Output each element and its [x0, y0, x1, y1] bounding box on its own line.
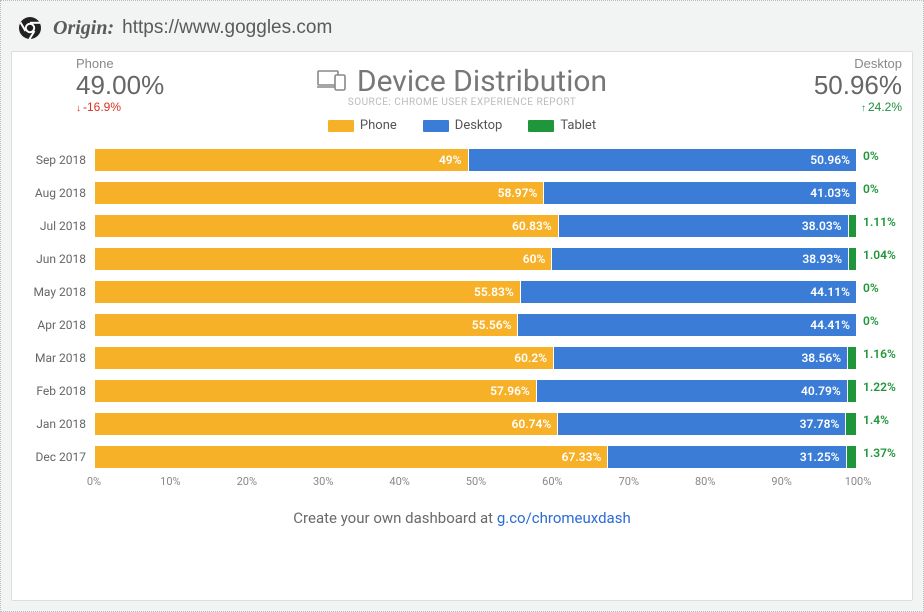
segment-phone: 60%: [95, 248, 552, 270]
swatch-tablet: [528, 120, 554, 132]
segment-phone: 60.2%: [95, 347, 554, 369]
chart-row: Jul 201860.83%38.03%1.11%: [94, 209, 858, 242]
chart-row: May 201855.83%44.11%0%: [94, 275, 858, 308]
chart-row: Sep 201849%50.96%0%: [94, 143, 858, 176]
chart-row: Jan 201860.74%37.78%1.4%: [94, 407, 858, 440]
swatch-desktop: [423, 120, 449, 132]
devices-icon: [317, 64, 347, 99]
row-label: Jan 2018: [30, 417, 94, 431]
segment-desktop: 41.03%: [544, 182, 857, 204]
segment-phone: 55.83%: [95, 281, 521, 303]
legend: Phone Desktop Tablet: [30, 118, 894, 133]
row-label: Dec 2017: [30, 450, 94, 464]
chrome-icon: [17, 15, 43, 41]
axis-tick: 90%: [771, 475, 791, 488]
segment-phone: 67.33%: [95, 446, 608, 468]
segment-phone: 58.97%: [95, 182, 544, 204]
axis-tick: 0%: [87, 475, 101, 488]
tablet-value-label: 1.4%: [859, 413, 893, 427]
bar: 57.96%40.79%1.22%: [94, 379, 858, 403]
segment-desktop: 44.41%: [518, 314, 857, 336]
bar: 49%50.96%0%: [94, 148, 858, 172]
segment-desktop: 31.25%: [608, 446, 846, 468]
tablet-value-label: 0%: [859, 149, 893, 163]
segment-tablet: [849, 215, 857, 237]
origin-label: Origin:: [53, 17, 114, 40]
row-label: Apr 2018: [30, 318, 94, 332]
bar: 55.83%44.11%0%: [94, 280, 858, 304]
segment-tablet: [848, 347, 857, 369]
axis-tick: 40%: [389, 475, 409, 488]
chart-row: Feb 201857.96%40.79%1.22%: [94, 374, 858, 407]
origin-url: https://www.goggles.com: [122, 17, 332, 39]
tablet-value-label: 0%: [859, 182, 893, 196]
segment-desktop: 44.11%: [521, 281, 857, 303]
bar: 60.2%38.56%1.16%: [94, 346, 858, 370]
row-label: Feb 2018: [30, 384, 94, 398]
segment-phone: 55.56%: [95, 314, 518, 336]
axis-tick: 50%: [466, 475, 486, 488]
axis-tick: 30%: [313, 475, 333, 488]
segment-phone: 60.74%: [95, 413, 558, 435]
chart-row: Jun 201860%38.93%1.04%: [94, 242, 858, 275]
segment-phone: 49%: [95, 149, 469, 171]
legend-desktop: Desktop: [423, 118, 503, 133]
x-axis: 0%10%20%30%40%50%60%70%80%90%100%: [94, 473, 858, 493]
axis-tick: 100%: [845, 475, 872, 488]
footer-link[interactable]: g.co/chromeuxdash: [497, 509, 631, 527]
bar: 60.74%37.78%1.4%: [94, 412, 858, 436]
segment-desktop: 50.96%: [469, 149, 857, 171]
footer-text: Create your own dashboard at: [293, 509, 497, 527]
legend-phone: Phone: [328, 118, 397, 133]
tablet-value-label: 1.22%: [859, 380, 893, 394]
chart-row: Dec 201767.33%31.25%1.37%: [94, 440, 858, 473]
tablet-value-label: 0%: [859, 281, 893, 295]
bar: 58.97%41.03%0%: [94, 181, 858, 205]
chart-subtitle: SOURCE: CHROME USER EXPERIENCE REPORT: [30, 97, 894, 108]
chart-panel: Phone 49.00% ↓-16.9% Desktop 50.96% ↑24.…: [11, 51, 913, 601]
tablet-value-label: 1.37%: [859, 446, 893, 460]
segment-tablet: [848, 380, 857, 402]
axis-tick: 80%: [695, 475, 715, 488]
segment-desktop: 40.79%: [537, 380, 848, 402]
bar: 60.83%38.03%1.11%: [94, 214, 858, 238]
bar: 67.33%31.25%1.37%: [94, 445, 858, 469]
chart-row: Mar 201860.2%38.56%1.16%: [94, 341, 858, 374]
bar: 55.56%44.41%0%: [94, 313, 858, 337]
chart-row: Aug 201858.97%41.03%0%: [94, 176, 858, 209]
segment-phone: 57.96%: [95, 380, 537, 402]
title-row: Device Distribution SOURCE: CHROME USER …: [30, 64, 894, 108]
row-label: Jun 2018: [30, 252, 94, 266]
row-label: Sep 2018: [30, 153, 94, 167]
tablet-value-label: 1.04%: [859, 248, 893, 262]
chart-row: Apr 201855.56%44.41%0%: [94, 308, 858, 341]
segment-tablet: [847, 446, 857, 468]
axis-tick: 60%: [542, 475, 562, 488]
row-label: Jul 2018: [30, 219, 94, 233]
segment-tablet: [846, 413, 857, 435]
report-frame: Origin: https://www.goggles.com Phone 49…: [0, 0, 924, 612]
swatch-phone: [328, 120, 354, 132]
tablet-value-label: 1.16%: [859, 347, 893, 361]
origin-bar: Origin: https://www.goggles.com: [11, 11, 913, 51]
row-label: Aug 2018: [30, 186, 94, 200]
segment-desktop: 38.56%: [554, 347, 848, 369]
axis-tick: 70%: [619, 475, 639, 488]
segment-desktop: 38.93%: [552, 248, 849, 270]
segment-tablet: [849, 248, 857, 270]
legend-tablet: Tablet: [528, 118, 596, 133]
row-label: Mar 2018: [30, 351, 94, 365]
axis-tick: 10%: [160, 475, 180, 488]
footer: Create your own dashboard at g.co/chrome…: [30, 493, 894, 527]
tablet-value-label: 0%: [859, 314, 893, 328]
stacked-bar-chart: Sep 201849%50.96%0%Aug 201858.97%41.03%0…: [30, 143, 894, 493]
tablet-value-label: 1.11%: [859, 215, 893, 229]
row-label: May 2018: [30, 285, 94, 299]
segment-desktop: 37.78%: [558, 413, 846, 435]
chart-title: Device Distribution: [317, 64, 607, 99]
segment-phone: 60.83%: [95, 215, 559, 237]
axis-tick: 20%: [237, 475, 257, 488]
segment-desktop: 38.03%: [559, 215, 849, 237]
bar: 60%38.93%1.04%: [94, 247, 858, 271]
